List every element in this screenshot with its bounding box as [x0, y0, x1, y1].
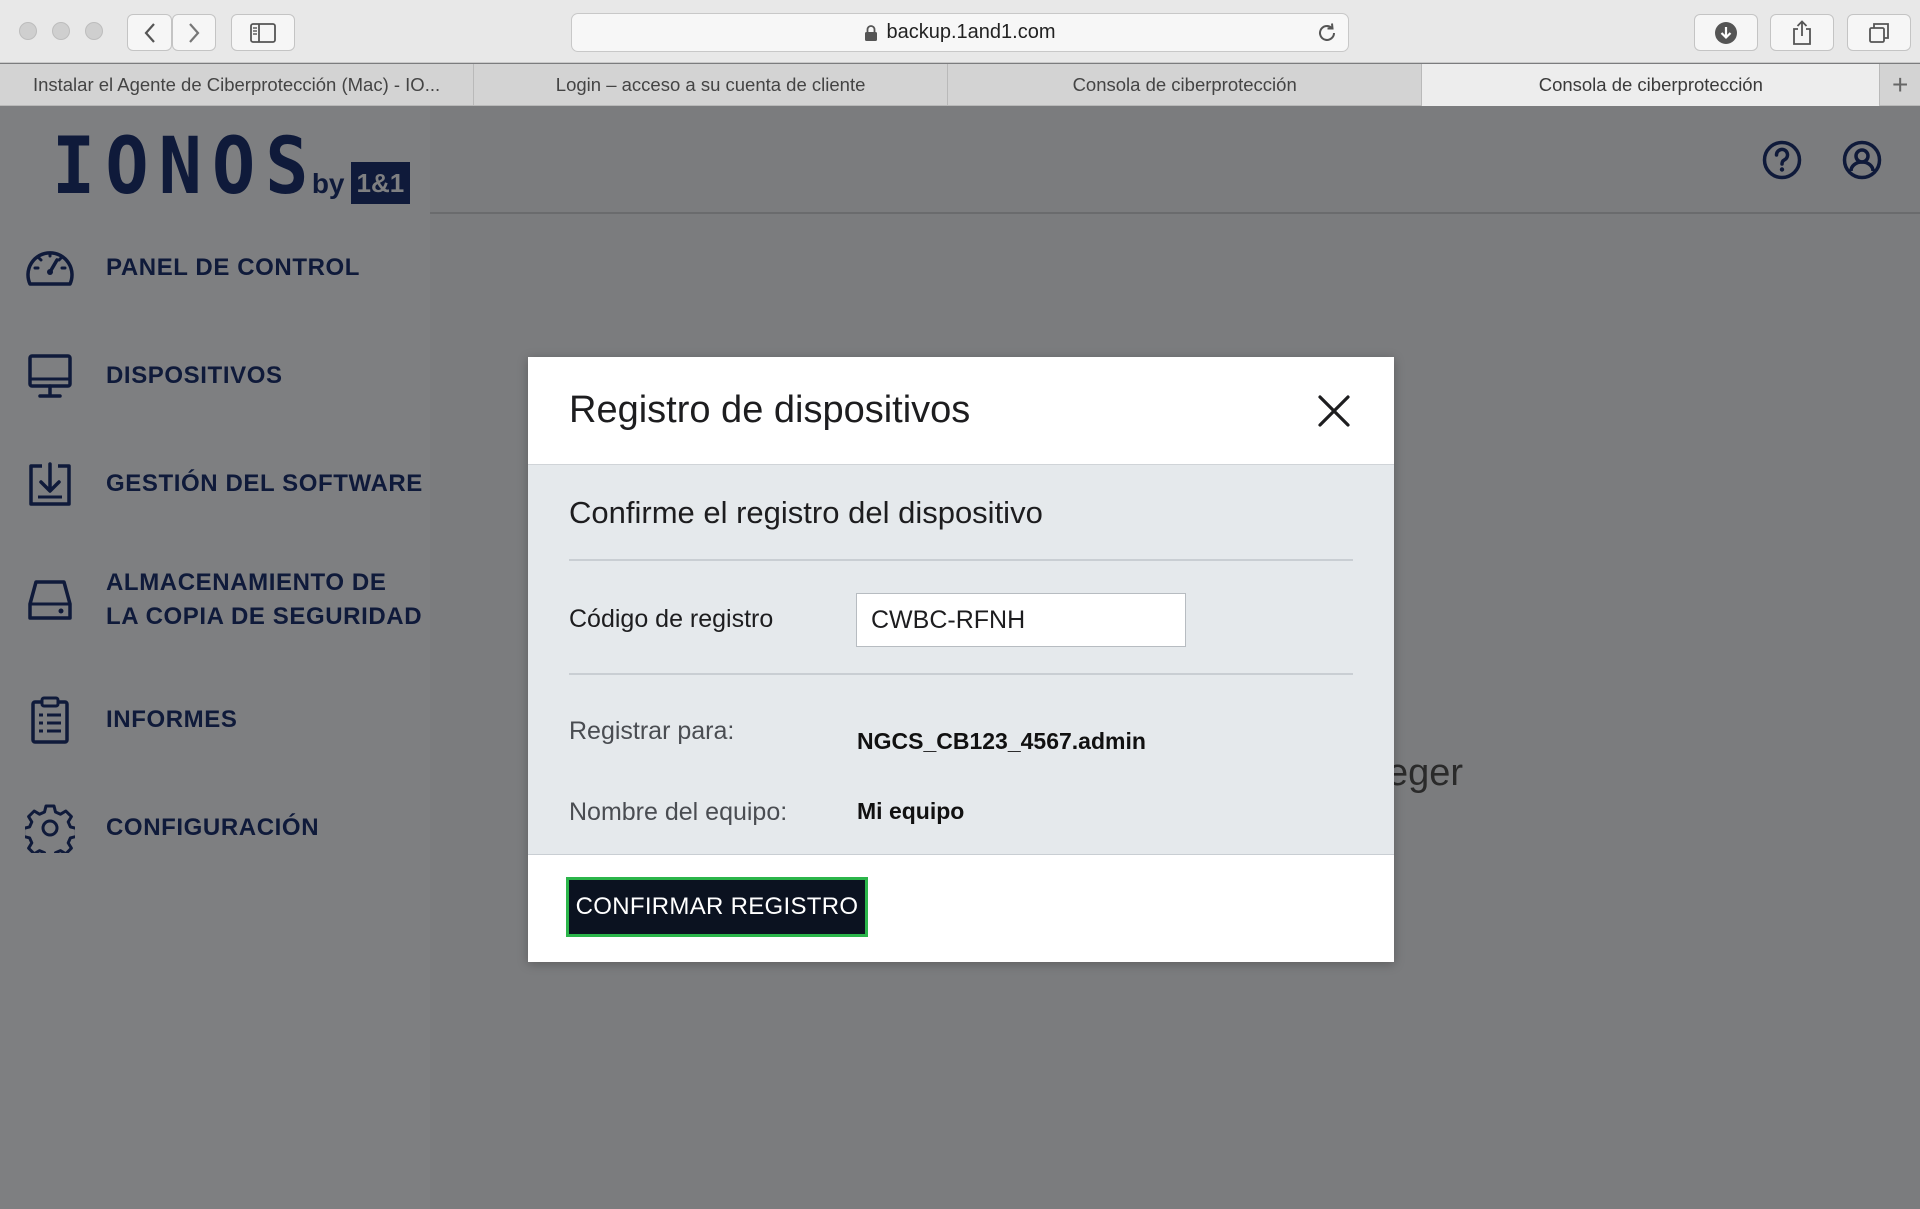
modal-title: Registro de dispositivos: [569, 389, 971, 431]
header-divider: [430, 212, 1920, 214]
ionos-logo[interactable]: IONOS by 1&1: [52, 122, 411, 212]
modal-footer: CONFIRMAR REGISTRO: [528, 854, 1394, 962]
logo-badge: 1&1: [350, 162, 411, 204]
tab-label: Consola de ciberprotección: [1538, 74, 1763, 95]
browser-tab-active[interactable]: Consola de ciberprotección: [1422, 64, 1881, 106]
tabs-overview-icon: [1869, 22, 1889, 43]
sidebar-item-dispositivos[interactable]: DISPOSITIVOS: [24, 350, 283, 402]
show-tabs-button[interactable]: [1847, 14, 1911, 51]
sidebar-item-label-line1: ALMACENAMIENTO DE: [106, 569, 387, 596]
sidebar-item-configuracion[interactable]: CONFIGURACIÓN: [24, 802, 319, 854]
gear-icon: [24, 802, 76, 854]
sidebar-toggle-button[interactable]: [231, 14, 295, 51]
sidebar-item-label: CONFIGURACIÓN: [106, 814, 320, 841]
modal-subtitle: Confirme el registro del dispositivo: [569, 495, 1043, 530]
sidebar-item-gestion-del-software[interactable]: GESTIÓN DEL SOFTWARE: [24, 458, 423, 510]
new-tab-button[interactable]: +: [1880, 64, 1920, 106]
machine-name-label: Nombre del equipo:: [569, 798, 788, 826]
storage-drive-icon: [24, 574, 76, 626]
close-icon[interactable]: [1314, 391, 1354, 431]
divider: [569, 673, 1353, 675]
browser-tab[interactable]: Consola de ciberprotección: [948, 64, 1423, 106]
chevron-right-icon: [189, 22, 200, 43]
sidebar-item-informes[interactable]: INFORMES: [24, 694, 237, 746]
sidebar-item-label: PANEL DE CONTROL: [106, 254, 361, 281]
sidebar-item-panel-de-control[interactable]: PANEL DE CONTROL: [24, 242, 360, 294]
registration-code-label: Código de registro: [569, 605, 774, 633]
browser-toolbar: backup.1and1.com: [0, 0, 1920, 63]
tab-label: Instalar el Agente de Ciberprotección (M…: [32, 74, 441, 95]
confirm-registration-button[interactable]: CONFIRMAR REGISTRO: [566, 877, 868, 937]
clipboard-report-icon: [24, 694, 76, 746]
minimize-window-button[interactable]: [52, 22, 70, 40]
tab-label: Login – acceso a su cuenta de cliente: [555, 74, 866, 95]
browser-tab[interactable]: Instalar el Agente de Ciberprotección (M…: [0, 64, 475, 106]
register-for-value: NGCS_CB123_4567.admin: [857, 728, 1146, 754]
divider: [569, 559, 1353, 561]
sidebar-item-label: ALMACENAMIENTO DE LA COPIA DE SEGURIDAD: [106, 566, 422, 634]
sidebar-item-label: INFORMES: [106, 706, 238, 733]
sidebar-item-label: GESTIÓN DEL SOFTWARE: [106, 470, 423, 497]
sidebar-item-label: DISPOSITIVOS: [106, 362, 283, 389]
share-icon: [1793, 19, 1811, 45]
url-text: backup.1and1.com: [886, 21, 1056, 43]
share-button[interactable]: [1770, 14, 1834, 51]
sidebar-item-label-line2: LA COPIA DE SEGURIDAD: [106, 603, 423, 630]
reload-icon[interactable]: [1316, 22, 1338, 44]
browser-tab[interactable]: Login – acceso a su cuenta de cliente: [474, 64, 949, 106]
forward-button[interactable]: [172, 14, 216, 51]
machine-name-value: Mi equipo: [857, 798, 965, 824]
monitor-icon: [24, 350, 76, 402]
help-icon[interactable]: [1762, 140, 1802, 180]
modal-header: Registro de dispositivos: [528, 357, 1394, 465]
download-icon: [1715, 21, 1737, 44]
close-window-button[interactable]: [19, 22, 37, 40]
account-icon[interactable]: [1842, 140, 1882, 180]
software-download-icon: [24, 458, 76, 510]
zoom-window-button[interactable]: [85, 22, 103, 40]
device-registration-modal: Registro de dispositivos Confirme el reg…: [528, 357, 1394, 962]
sidebar-icon: [250, 22, 276, 43]
sidebar: IONOS by 1&1 PANEL DE CONTROL DISPOSITIV…: [0, 106, 430, 1209]
background-partial-text: eger: [1387, 752, 1464, 794]
address-bar[interactable]: backup.1and1.com: [571, 13, 1349, 52]
lock-icon: [865, 24, 878, 41]
sidebar-item-almacenamiento[interactable]: ALMACENAMIENTO DE LA COPIA DE SEGURIDAD: [24, 566, 422, 634]
modal-body: Confirme el registro del dispositivo Cód…: [528, 465, 1394, 854]
chevron-left-icon: [144, 22, 155, 43]
registration-code-input[interactable]: [856, 593, 1186, 647]
downloads-button[interactable]: [1694, 14, 1758, 51]
dashboard-icon: [24, 242, 76, 294]
back-button[interactable]: [127, 14, 172, 51]
logo-wordmark: IONOS: [52, 122, 319, 212]
tab-label: Consola de ciberprotección: [1072, 74, 1297, 95]
tab-bar: Instalar el Agente de Ciberprotección (M…: [0, 64, 1920, 106]
register-for-label: Registrar para:: [569, 717, 735, 745]
